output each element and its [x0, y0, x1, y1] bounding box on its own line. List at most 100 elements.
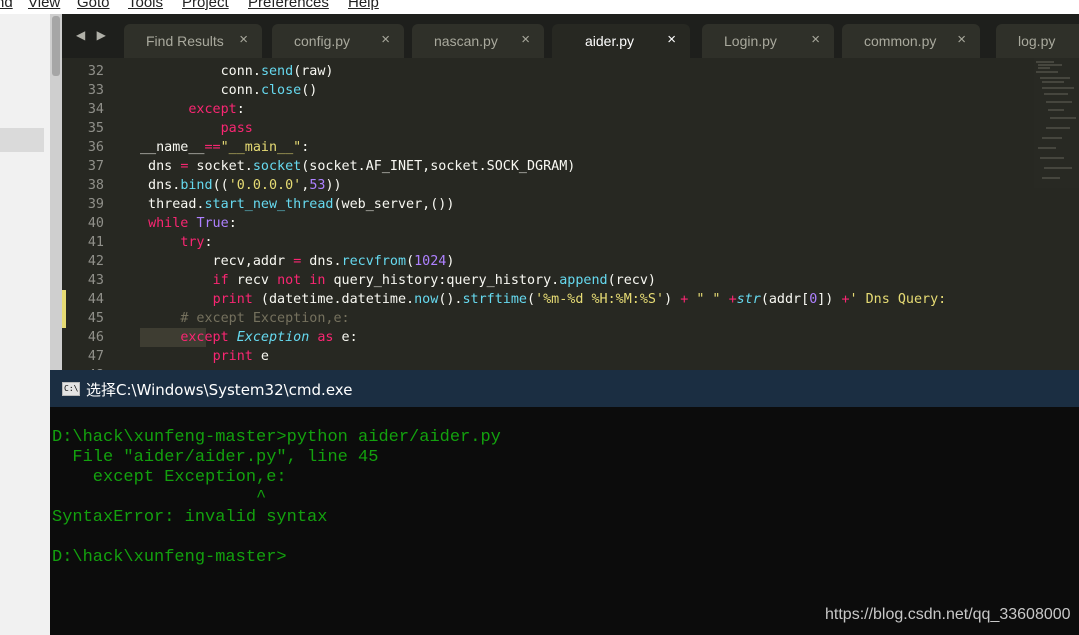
- line-number: 41: [87, 235, 104, 250]
- tab-login-py[interactable]: Login.py ×: [702, 24, 834, 58]
- code-editor: ◀ ▶ Find Results × config.py × nascan.py…: [62, 14, 1079, 370]
- menu-tools[interactable]: Tools: [128, 0, 163, 11]
- line-number: 34: [87, 102, 104, 117]
- close-icon[interactable]: ×: [381, 31, 390, 48]
- code-token: conn.: [140, 64, 261, 79]
- code-line[interactable]: try:: [140, 233, 213, 252]
- code-token: (socket.AF_INET,socket.SOCK_DGRAM): [301, 159, 576, 174]
- code-token: if: [212, 273, 229, 288]
- code-line[interactable]: thread.start_new_thread(web_server,()): [140, 195, 454, 214]
- code-line[interactable]: while True:: [140, 214, 237, 233]
- code-line[interactable]: dns.bind(('0.0.0.0',53)): [140, 176, 342, 195]
- cmd-title-bar[interactable]: C:\ 选择C:\Windows\System32\cmd.exe: [50, 370, 1079, 407]
- close-icon[interactable]: ×: [667, 31, 676, 48]
- modified-line-marker: [62, 290, 66, 309]
- code-token: +: [841, 292, 850, 307]
- cmd-output-line: D:\hack\xunfeng-master>python aider/aide…: [52, 428, 501, 447]
- close-icon[interactable]: ×: [239, 31, 248, 48]
- tab-common-py[interactable]: common.py ×: [842, 24, 980, 58]
- code-line[interactable]: except Exception as e:: [140, 328, 358, 347]
- tab-nav-arrows-icon[interactable]: ◀ ▶: [76, 28, 110, 42]
- watermark: https://blog.csdn.net/qq_33608000: [825, 606, 1071, 623]
- code-line[interactable]: recv,addr = dns.recvfrom(1024): [140, 252, 455, 271]
- code-token: 1024: [414, 254, 447, 269]
- code-token: ]): [817, 292, 842, 307]
- code-area[interactable]: conn.send(raw) conn.close() except: pass…: [140, 58, 1040, 370]
- code-token: (raw): [293, 64, 334, 79]
- code-token: thread.: [140, 197, 205, 212]
- code-token: (): [301, 83, 318, 98]
- tab-label: Find Results: [146, 33, 224, 49]
- code-token: start_new_thread: [204, 197, 334, 212]
- code-line[interactable]: if recv not in query_history:query_histo…: [140, 271, 656, 290]
- tab-log-py[interactable]: log.py: [996, 24, 1079, 58]
- code-token: (: [406, 254, 415, 269]
- line-number-gutter: 3233343536373839404142434445464748: [62, 58, 128, 370]
- menu-view[interactable]: View: [28, 0, 60, 11]
- menu-find[interactable]: nd: [0, 0, 13, 11]
- code-line[interactable]: __name__=="__main__":: [140, 138, 309, 157]
- code-token: # except Exception,e:: [180, 311, 350, 326]
- tab-config-py[interactable]: config.py ×: [272, 24, 404, 58]
- code-token: +: [728, 292, 737, 307]
- code-token: append: [559, 273, 608, 288]
- line-number: 46: [87, 330, 104, 345]
- cmd-output[interactable]: D:\hack\xunfeng-master>python aider/aide…: [52, 428, 501, 568]
- tab-find-results[interactable]: Find Results ×: [124, 24, 262, 58]
- menu-preferences[interactable]: Preferences: [248, 0, 329, 11]
- code-line[interactable]: except:: [140, 100, 245, 119]
- tab-label: config.py: [294, 33, 351, 49]
- line-number: 43: [87, 273, 104, 288]
- code-line[interactable]: print e: [140, 347, 269, 366]
- tab-label: log.py: [1018, 33, 1056, 49]
- tab-label: Login.py: [724, 33, 777, 49]
- code-token: strftime: [462, 292, 528, 307]
- code-token: bind: [180, 178, 213, 193]
- code-token: ' Dns Query:: [849, 292, 947, 307]
- code-token: " ": [696, 292, 721, 307]
- tab-nascan-py[interactable]: nascan.py ×: [412, 24, 544, 58]
- code-token: socket: [252, 159, 302, 174]
- scrollbar-thumb[interactable]: [52, 16, 60, 76]
- code-token: ==: [204, 140, 221, 155]
- tab-aider-py[interactable]: aider.py ×: [552, 24, 690, 58]
- close-icon[interactable]: ×: [811, 31, 820, 48]
- close-icon[interactable]: ×: [957, 31, 966, 48]
- code-line[interactable]: dns = socket.socket(socket.AF_INET,socke…: [140, 157, 575, 176]
- sidebar-selected-item[interactable]: [0, 128, 44, 152]
- cmd-output-line: D:\hack\xunfeng-master>: [52, 548, 287, 567]
- code-line[interactable]: conn.close(): [140, 81, 318, 100]
- code-token: '%m-%d %H:%M:%S': [535, 292, 665, 307]
- cmd-output-line: except Exception,e:: [52, 468, 287, 487]
- menu-project[interactable]: Project: [182, 0, 229, 11]
- code-token: as: [317, 330, 334, 345]
- code-token: e: [252, 349, 269, 364]
- code-token: :: [236, 102, 245, 117]
- cmd-output-line: ^: [52, 488, 267, 507]
- code-token: :: [204, 235, 213, 250]
- code-line[interactable]: print (datetime.datetime.now().strftime(…: [140, 290, 947, 309]
- code-line[interactable]: pass: [140, 119, 253, 138]
- line-number: 40: [87, 216, 104, 231]
- line-number: 37: [87, 159, 104, 174]
- menu-goto[interactable]: Goto: [77, 0, 110, 11]
- code-line[interactable]: # except Exception,e:: [140, 309, 350, 328]
- minimap[interactable]: [1034, 58, 1079, 188]
- line-number: 36: [87, 140, 104, 155]
- line-number: 44: [87, 292, 104, 307]
- menu-help[interactable]: Help: [348, 0, 379, 11]
- code-token: (addr[: [760, 292, 810, 307]
- close-icon[interactable]: ×: [521, 31, 530, 48]
- code-line[interactable]: conn.send(raw): [140, 62, 334, 81]
- code-token: try: [180, 235, 205, 250]
- code-token: e:: [333, 330, 358, 345]
- code-token: print: [212, 292, 253, 307]
